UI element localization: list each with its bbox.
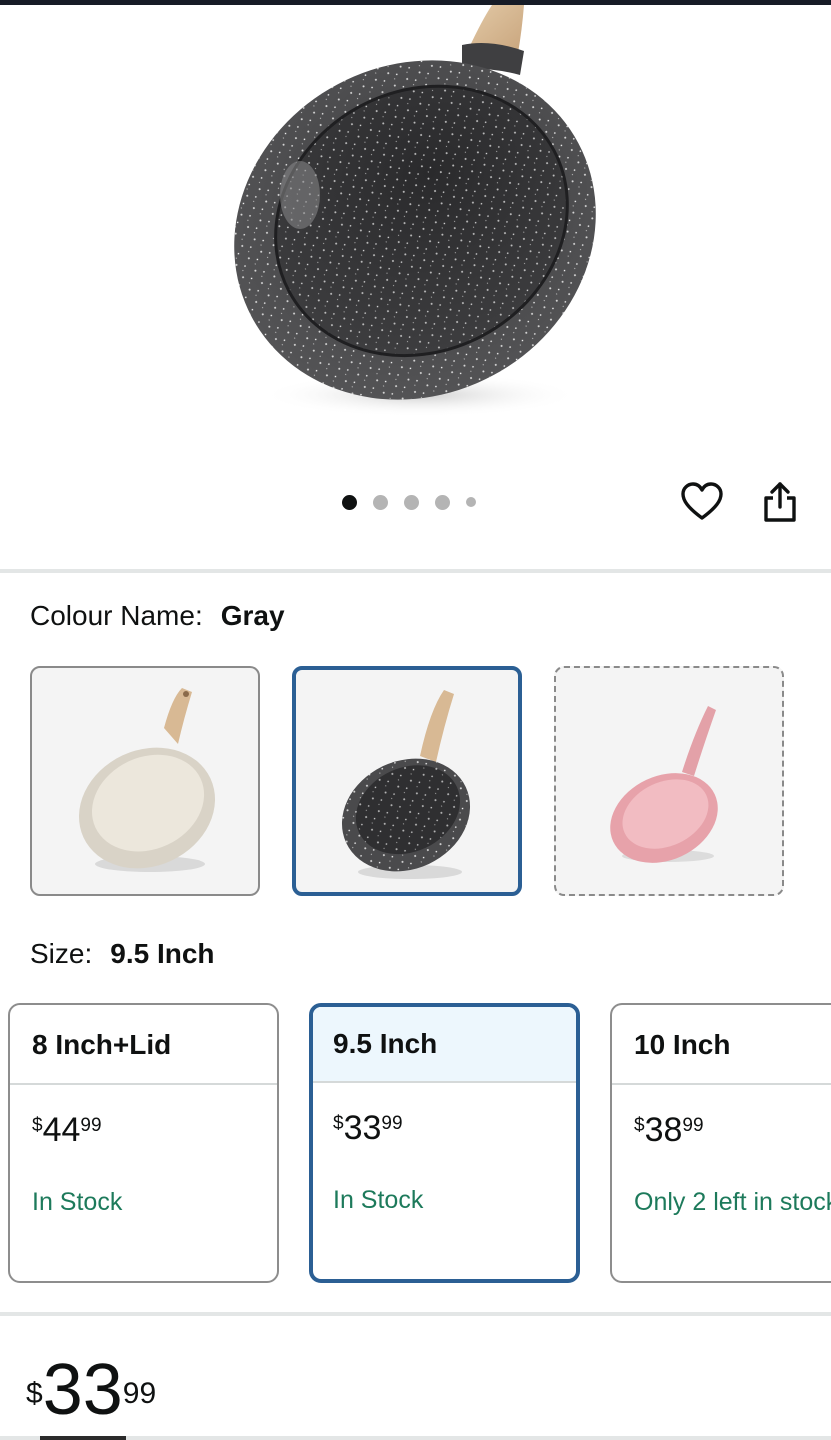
size-value: 9.5 Inch: [110, 938, 215, 969]
colour-option-pink[interactable]: [554, 666, 784, 896]
carousel-dot[interactable]: [373, 494, 388, 510]
image-carousel-dots[interactable]: [342, 491, 492, 513]
size-option-8-inch-lid[interactable]: 8 Inch+Lid $4499 In Stock: [8, 1003, 279, 1283]
carousel-dot[interactable]: [342, 494, 357, 510]
share-icon: [764, 482, 796, 522]
size-option-stock: In Stock: [32, 1188, 123, 1216]
wishlist-button[interactable]: [678, 478, 726, 526]
section-divider: [0, 569, 831, 573]
size-label: Size:: [30, 938, 93, 969]
size-option-price: $4499: [32, 1111, 102, 1149]
section-divider: [0, 1312, 831, 1316]
size-option-name: 8 Inch+Lid: [10, 1005, 277, 1085]
colour-option-cream[interactable]: [30, 666, 260, 896]
colour-value: Gray: [220, 600, 285, 631]
carousel-dot[interactable]: [435, 494, 450, 510]
product-price: $3399: [26, 1350, 157, 1430]
size-option-price: $3899: [634, 1111, 704, 1149]
carousel-dot[interactable]: [466, 497, 476, 507]
bottom-scroll-indicator: [0, 1436, 831, 1440]
size-option-10-inch[interactable]: 10 Inch $3899 Only 2 left in stock: [610, 1003, 831, 1283]
share-button[interactable]: [756, 478, 804, 526]
colour-label: Colour Name:: [30, 600, 203, 631]
heart-outline-icon: [681, 482, 723, 520]
product-main-image[interactable]: [0, 5, 831, 445]
size-label-row: Size: 9.5 Inch: [30, 938, 215, 970]
colour-option-gray[interactable]: [292, 666, 522, 896]
size-option-stock: In Stock: [333, 1186, 424, 1214]
size-option-name: 9.5 Inch: [313, 1007, 576, 1083]
size-option-stock: Only 2 left in stock: [634, 1188, 831, 1216]
carousel-dot[interactable]: [404, 494, 419, 510]
colour-label-row: Colour Name: Gray: [30, 600, 285, 632]
size-option-price: $3399: [333, 1109, 403, 1147]
size-option-name: 10 Inch: [612, 1005, 831, 1085]
size-option-9-5-inch[interactable]: 9.5 Inch $3399 In Stock: [309, 1003, 580, 1283]
